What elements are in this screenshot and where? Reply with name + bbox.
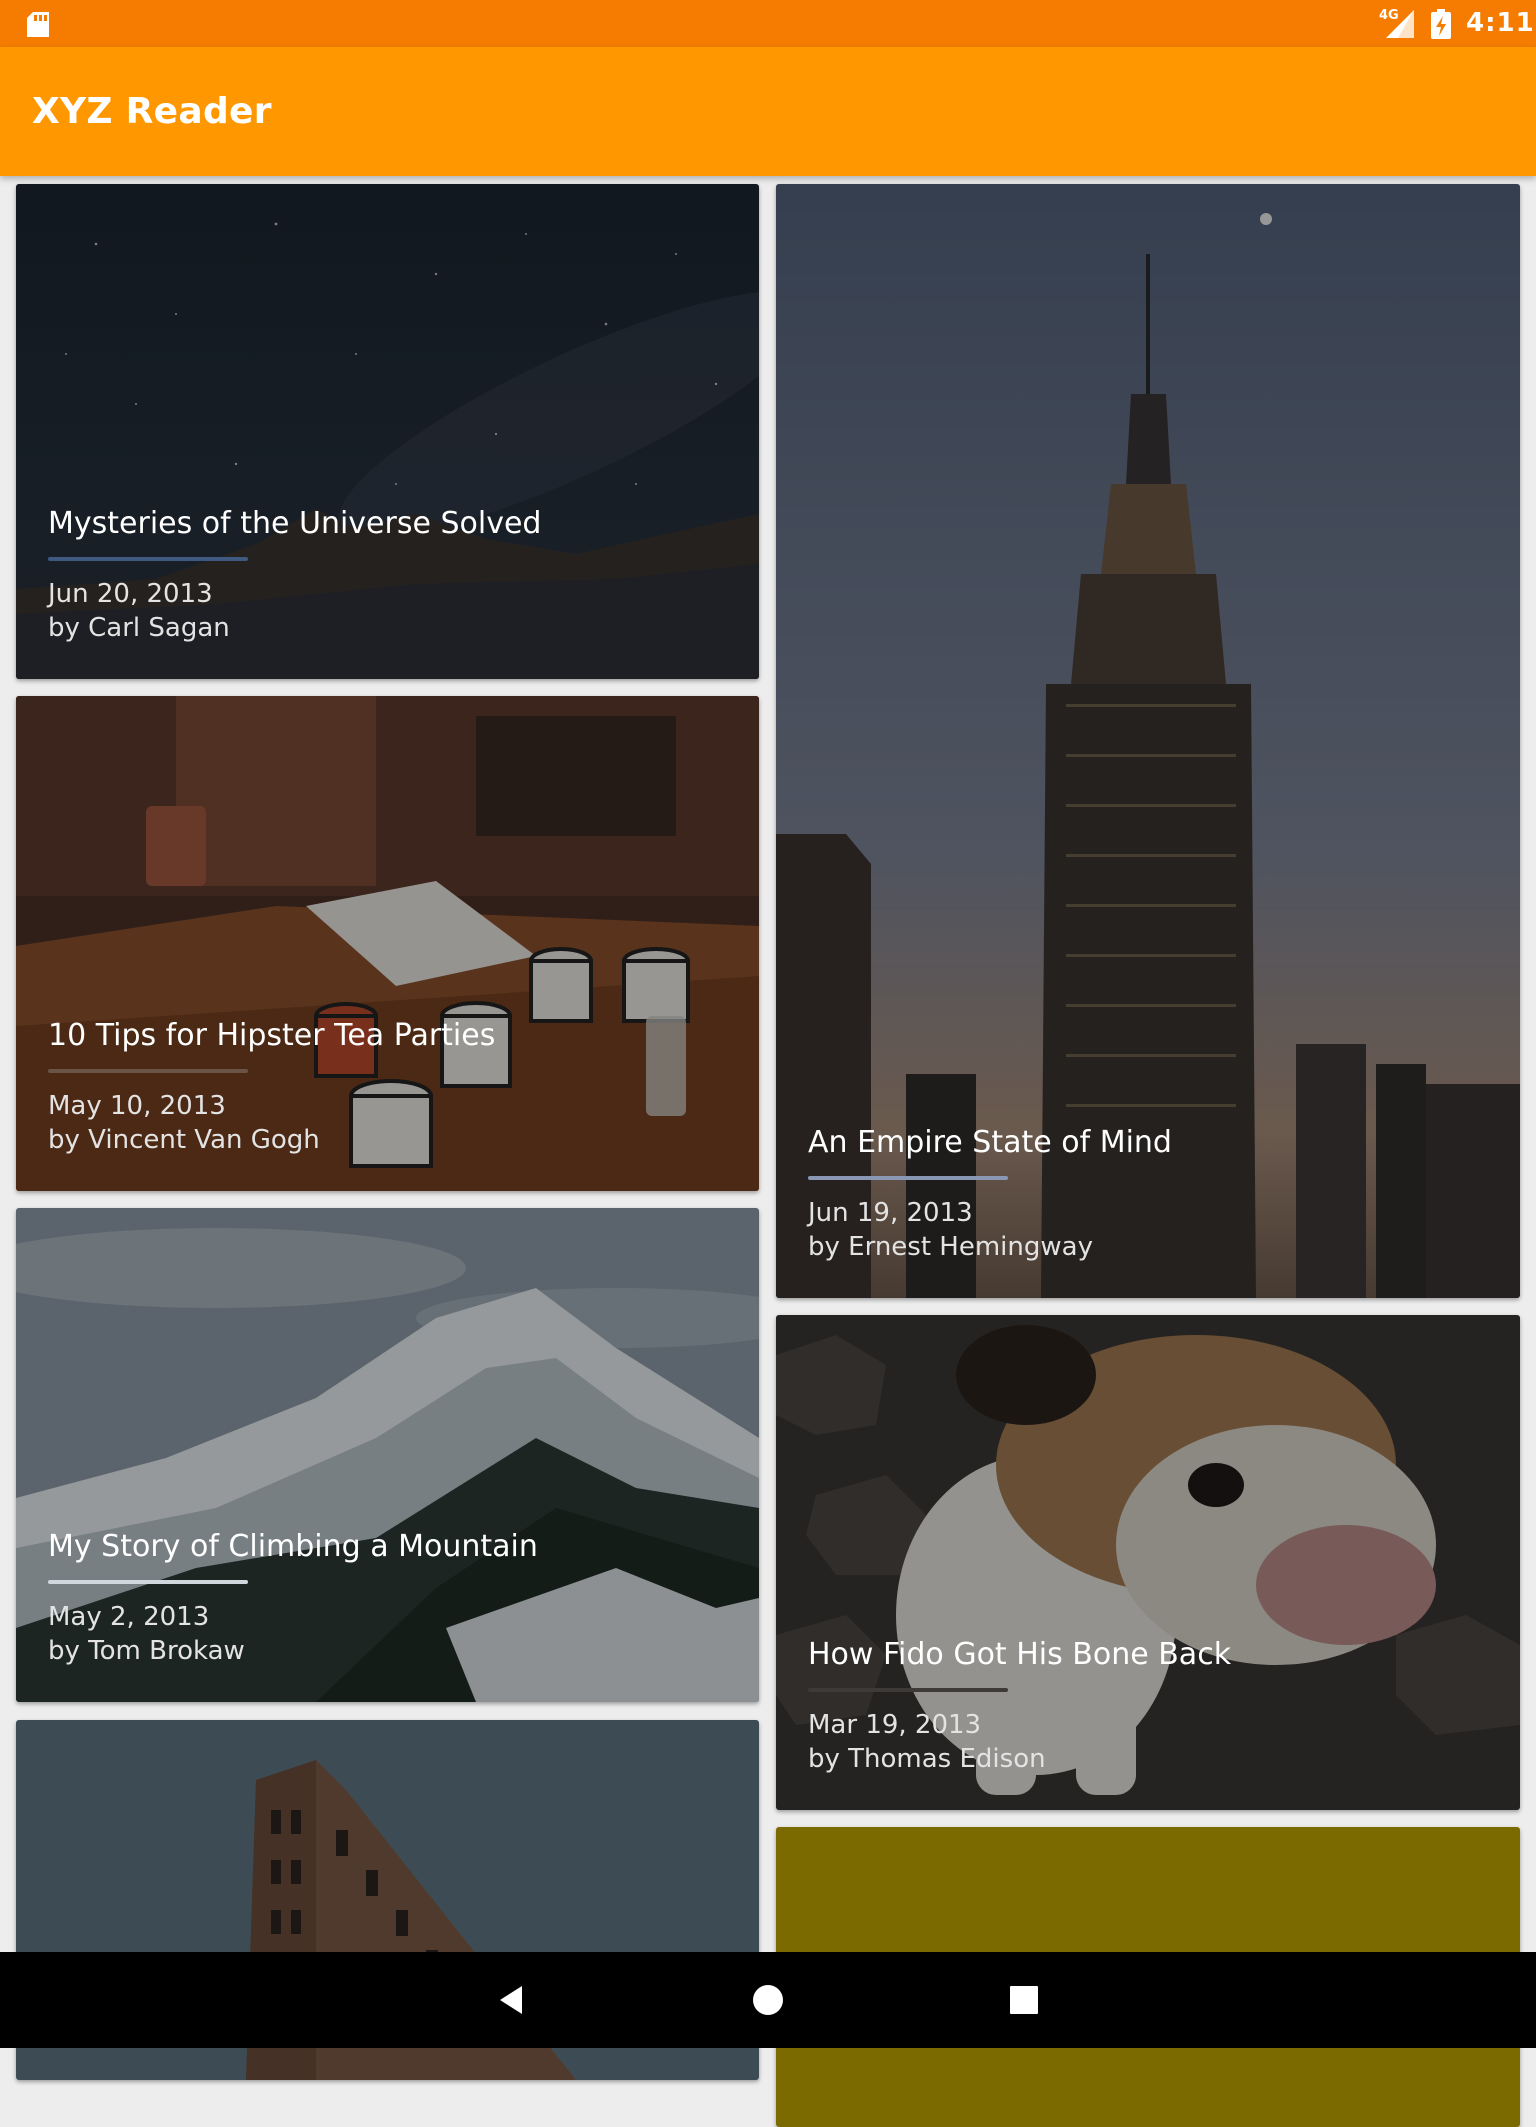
article-text: How Fido Got His Bone Back Mar 19, 2013 … — [808, 1636, 1496, 1776]
article-date: Jun 20, 2013 — [48, 579, 213, 609]
clock: 4:11 — [1466, 8, 1535, 38]
article-text: Mysteries of the Universe Solved Jun 20,… — [48, 505, 735, 645]
recent-apps-icon[interactable] — [998, 1974, 1050, 2026]
article-title: My Story of Climbing a Mountain — [48, 1529, 538, 1564]
status-bar: 4G 4:11 — [0, 0, 1536, 47]
article-author: by Thomas Edison — [808, 1744, 1046, 1774]
article-author: by Ernest Hemingway — [808, 1232, 1093, 1262]
back-icon[interactable] — [486, 1974, 538, 2026]
article-card[interactable]: 10 Tips for Hipster Tea Parties May 10, … — [16, 696, 759, 1191]
article-title: Mysteries of the Universe Solved — [48, 506, 542, 541]
home-icon[interactable] — [742, 1974, 794, 2026]
accent-divider — [808, 1688, 1008, 1692]
article-author: by Carl Sagan — [48, 613, 230, 643]
navigation-bar — [0, 1952, 1536, 2048]
article-author: by Vincent Van Gogh — [48, 1125, 320, 1155]
accent-divider — [48, 557, 248, 561]
article-title: How Fido Got His Bone Back — [808, 1637, 1232, 1672]
article-card[interactable]: An Empire State of Mind Jun 19, 2013 by … — [776, 184, 1520, 1298]
article-text: 10 Tips for Hipster Tea Parties May 10, … — [48, 1017, 735, 1157]
accent-divider — [808, 1176, 1008, 1180]
accent-divider — [48, 1580, 248, 1584]
article-text: My Story of Climbing a Mountain May 2, 2… — [48, 1528, 735, 1668]
battery-charging-icon — [1431, 9, 1451, 39]
article-text: An Empire State of Mind Jun 19, 2013 by … — [808, 1124, 1496, 1264]
article-title: An Empire State of Mind — [808, 1125, 1172, 1160]
sd-card-icon — [27, 12, 49, 37]
cell-signal-icon — [1386, 10, 1414, 38]
app-title: XYZ Reader — [32, 91, 272, 132]
article-card[interactable]: How Fido Got His Bone Back Mar 19, 2013 … — [776, 1315, 1520, 1810]
article-title: 10 Tips for Hipster Tea Parties — [48, 1018, 496, 1053]
article-date: May 2, 2013 — [48, 1602, 210, 1632]
article-card[interactable]: Mysteries of the Universe Solved Jun 20,… — [16, 184, 759, 679]
article-card[interactable]: My Story of Climbing a Mountain May 2, 2… — [16, 1208, 759, 1702]
article-date: Jun 19, 2013 — [808, 1198, 973, 1228]
app-bar: XYZ Reader — [0, 47, 1536, 176]
article-date: May 10, 2013 — [48, 1091, 226, 1121]
article-date: Mar 19, 2013 — [808, 1710, 982, 1740]
article-author: by Tom Brokaw — [48, 1636, 245, 1666]
accent-divider — [48, 1069, 248, 1073]
